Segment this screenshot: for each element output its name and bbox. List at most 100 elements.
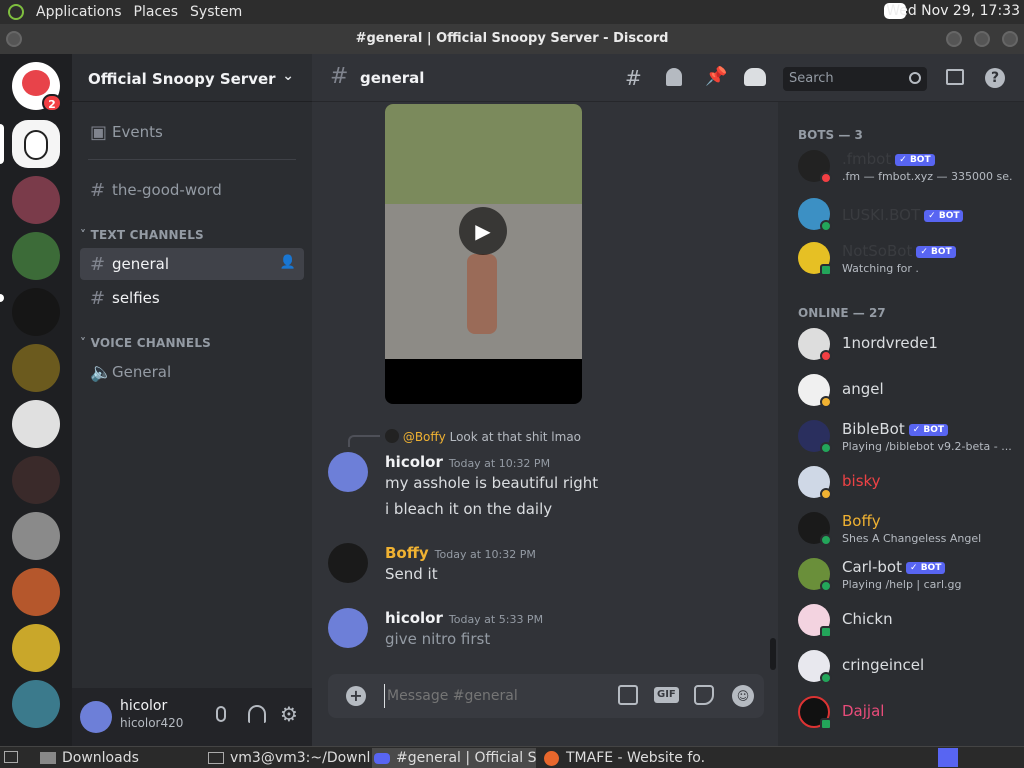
avatar[interactable]	[80, 701, 112, 733]
voice-channel-general[interactable]: 🔈 General	[80, 356, 304, 388]
emoji-icon[interactable]: ☺	[732, 685, 754, 707]
play-button-icon[interactable]: ▶	[459, 207, 507, 255]
pin-icon[interactable]: 📌	[705, 66, 727, 87]
taskbar-item-downloads[interactable]: Downloads	[38, 748, 200, 768]
window-menu-button[interactable]	[6, 31, 22, 47]
message-author[interactable]: hicolor	[385, 609, 443, 627]
member-item[interactable]: Carl-bot ✓ BOT Playing /help | carl.gg	[798, 552, 1018, 596]
avatar[interactable]	[328, 452, 368, 492]
inbox-icon[interactable]	[946, 69, 964, 85]
member-item[interactable]: Chickn	[798, 598, 1018, 642]
bot-badge: ✓ BOT	[924, 210, 964, 222]
attached-video[interactable]: ▶	[385, 104, 582, 404]
taskbar-item-discord[interactable]: #general | Official S...	[372, 748, 536, 768]
system-menu[interactable]: System	[184, 4, 248, 20]
server-icon-2[interactable]	[12, 176, 60, 224]
member-activity: .fm — fmbot.xyz — 335000 se...	[842, 170, 1012, 183]
bot-badge: ✓ BOT	[908, 424, 949, 436]
server-icon-8[interactable]	[12, 512, 60, 560]
channel-the-good-word[interactable]: # the-good-word	[80, 174, 304, 206]
member-item[interactable]: NotSoBot ✓ BOT Watching for .	[798, 236, 1018, 280]
gift-icon[interactable]	[618, 685, 638, 705]
member-item[interactable]: BibleBot ✓ BOT Playing /biblebot v9.2-bet…	[798, 414, 1018, 458]
window-minimize-button[interactable]	[946, 31, 962, 47]
search-box[interactable]: Search	[783, 67, 927, 91]
add-attachment-icon[interactable]: +	[346, 686, 366, 706]
headphones-icon[interactable]	[248, 705, 266, 723]
server-icon-9[interactable]	[12, 568, 60, 616]
add-member-icon[interactable]: 👤	[280, 255, 296, 270]
taskbar-item-terminal[interactable]: vm3@vm3:~/Downl...	[206, 748, 370, 768]
window-close-button[interactable]	[1002, 31, 1018, 47]
channel-general[interactable]: # general 👤	[80, 248, 304, 280]
member-item[interactable]: cringeincel	[798, 644, 1018, 688]
bot-badge: ✓ BOT	[895, 154, 935, 166]
home-badge: 2	[42, 94, 62, 112]
member-item[interactable]: Boffy Shes A Changeless Angel	[798, 506, 1018, 550]
member-item[interactable]: .fmbot ✓ BOT .fm — fmbot.xyz — 335000 se.…	[798, 144, 1018, 188]
distro-logo-icon[interactable]	[8, 4, 24, 20]
member-item[interactable]: LUSKI.BOT ✓ BOT	[798, 192, 1018, 236]
sticker-icon[interactable]	[694, 685, 714, 705]
member-activity: Playing /help | carl.gg	[842, 578, 962, 591]
discord-icon	[374, 753, 390, 764]
system-taskbar: Downloads vm3@vm3:~/Downl... #general | …	[0, 746, 1024, 768]
gif-button[interactable]: GIF	[654, 687, 679, 703]
member-item[interactable]: bisky	[798, 460, 1018, 504]
places-menu[interactable]: Places	[128, 4, 185, 20]
server-icon-11[interactable]	[12, 680, 60, 728]
member-item[interactable]: Dajjal	[798, 690, 1018, 734]
message-author[interactable]: Boffy	[385, 544, 429, 562]
speaker-icon: 🔈	[90, 361, 113, 383]
member-list: BOTS — 3 .fmbot ✓ BOT .fm — fmbot.xyz — 3…	[778, 102, 1024, 746]
online-header: ONLINE — 27	[798, 306, 886, 320]
member-name: Chickn	[842, 610, 893, 628]
channel-selfies[interactable]: # selfies	[80, 282, 304, 314]
server-icon-10[interactable]	[12, 624, 60, 672]
events-label: Events	[112, 123, 163, 141]
reply-context[interactable]: @Boffy Look at that shit lmao	[385, 429, 581, 444]
status-online-icon	[820, 534, 832, 546]
chevron-down-icon: ˅	[80, 228, 91, 242]
show-desktop-icon[interactable]	[4, 751, 18, 763]
text-channels-category[interactable]: ˅ TEXT CHANNELS	[80, 228, 204, 242]
server-icon-6[interactable]	[12, 400, 60, 448]
member-item[interactable]: angel	[798, 368, 1018, 412]
server-icon-4[interactable]	[12, 288, 60, 336]
message-timestamp: Today at 10:32 PM	[434, 548, 536, 561]
status-online-icon	[820, 580, 832, 592]
threads-icon[interactable]: #	[625, 66, 642, 90]
server-icon-5[interactable]	[12, 344, 60, 392]
member-list-icon[interactable]	[744, 68, 766, 86]
reply-mention[interactable]: @Boffy	[403, 430, 446, 444]
channel-title: general	[360, 69, 425, 87]
member-item[interactable]: 1nordvrede1	[798, 322, 1018, 366]
server-icon-snoopy[interactable]	[12, 120, 60, 168]
channel-label: general	[112, 255, 170, 273]
taskbar-item-firefox[interactable]: TMAFE - Website fo...	[542, 748, 706, 768]
voice-channels-category[interactable]: ˅ VOICE CHANNELS	[80, 336, 211, 350]
window-maximize-button[interactable]	[974, 31, 990, 47]
applications-menu[interactable]: Applications	[30, 4, 128, 20]
scrollbar-thumb[interactable]	[770, 638, 776, 670]
status-mobile-icon	[820, 264, 832, 276]
message-author[interactable]: hicolor	[385, 453, 443, 471]
avatar[interactable]	[328, 543, 368, 583]
discord-tray-icon[interactable]	[938, 748, 958, 767]
gear-icon[interactable]: ⚙	[280, 702, 298, 726]
message-input[interactable]	[384, 684, 594, 708]
clock[interactable]: Wed Nov 29, 17:33	[886, 3, 1020, 19]
events-item[interactable]: ▣ Events	[80, 116, 304, 148]
avatar[interactable]	[328, 608, 368, 648]
status-online-icon	[820, 672, 832, 684]
bell-icon[interactable]	[666, 68, 682, 86]
message-composer: + GIF ☺	[328, 674, 764, 718]
help-icon[interactable]: ?	[985, 68, 1005, 88]
member-name: angel	[842, 380, 884, 398]
window-titlebar[interactable]: #general | Official Snoopy Server - Disc…	[0, 24, 1024, 54]
server-icon-3[interactable]	[12, 232, 60, 280]
server-header[interactable]: Official Snoopy Server ⌄	[72, 54, 312, 102]
search-placeholder: Search	[789, 71, 834, 86]
microphone-icon[interactable]	[216, 706, 226, 722]
server-icon-7[interactable]	[12, 456, 60, 504]
